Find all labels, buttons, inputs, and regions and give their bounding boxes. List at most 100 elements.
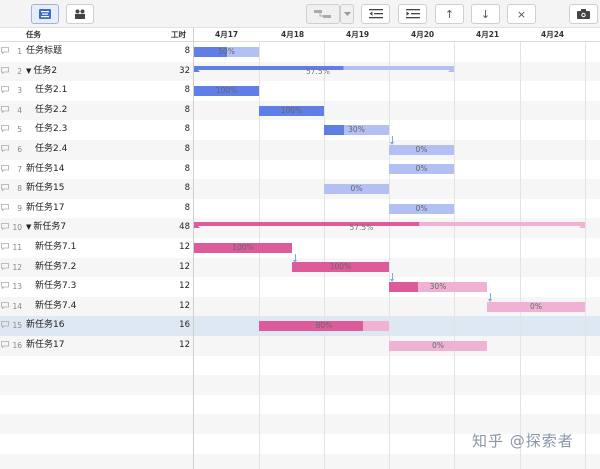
task-hours[interactable]: 48: [160, 218, 190, 238]
task-bar[interactable]: 100%: [292, 262, 389, 273]
date-header-3: 4月20: [411, 30, 435, 39]
comment-icon[interactable]: [1, 262, 10, 271]
row-number: 12: [12, 262, 22, 272]
task-hours[interactable]: 8: [160, 140, 190, 160]
task-bar[interactable]: 0%: [324, 184, 389, 194]
move-up-button[interactable]: ↑: [435, 4, 464, 24]
summary-start-tip: [194, 65, 200, 72]
table-row[interactable]: 3 任务2.1 8: [0, 81, 600, 101]
row-number: 10: [12, 223, 22, 233]
task-hours[interactable]: 8: [160, 81, 190, 101]
table-row[interactable]: 16 新任务17 12: [0, 336, 600, 356]
table-row[interactable]: 9 新任务17 8: [0, 199, 600, 219]
task-hours[interactable]: 12: [160, 258, 190, 278]
task-name[interactable]: 新任务17: [26, 199, 64, 219]
delete-button[interactable]: ×: [507, 4, 536, 24]
task-hours[interactable]: 12: [160, 336, 190, 356]
task-name-text: 新任务14: [26, 163, 65, 174]
task-hours[interactable]: 12: [160, 277, 190, 297]
list-view-button[interactable]: [31, 4, 59, 24]
hours-column-header[interactable]: 工时: [171, 28, 186, 42]
comment-icon[interactable]: [1, 223, 10, 231]
task-hours[interactable]: 32: [160, 62, 190, 82]
task-name[interactable]: 新任务7.1: [35, 238, 76, 258]
link-mode-dropdown[interactable]: [340, 4, 354, 24]
task-name-text: 任务2.4: [35, 144, 68, 154]
task-name[interactable]: ▼ 任务2: [26, 62, 57, 82]
task-hours[interactable]: 12: [160, 238, 190, 258]
task-name[interactable]: 新任务15: [26, 179, 64, 199]
comment-icon[interactable]: [1, 243, 10, 251]
comment-icon[interactable]: [1, 301, 10, 310]
comment-icon[interactable]: [1, 341, 10, 349]
indent-button[interactable]: [398, 4, 427, 24]
comment-icon[interactable]: [1, 47, 10, 55]
task-hours[interactable]: 12: [160, 297, 190, 317]
summary-bar[interactable]: [194, 222, 585, 229]
task-hours[interactable]: 8: [160, 199, 190, 219]
table-row[interactable]: 13 新任务7.3 12: [0, 277, 600, 297]
move-down-button[interactable]: ↓: [471, 4, 500, 24]
task-name[interactable]: 新任务16: [26, 316, 64, 336]
people-view-button[interactable]: [66, 4, 94, 24]
caret-down-icon[interactable]: ▼: [26, 223, 31, 231]
task-bar[interactable]: 100%: [194, 86, 259, 96]
task-column-header[interactable]: 任务: [26, 28, 41, 42]
task-name-text: 任务标题: [26, 46, 63, 56]
task-bar[interactable]: 0%: [389, 164, 454, 175]
task-name[interactable]: 任务2.1: [35, 81, 67, 101]
link-mode-button[interactable]: [306, 4, 340, 24]
task-hours[interactable]: 8: [160, 42, 190, 62]
summary-end-tip: [579, 222, 585, 229]
outdent-button[interactable]: [361, 4, 390, 24]
summary-progress-label: 57.5%: [349, 223, 374, 233]
task-name[interactable]: 新任务14: [26, 160, 64, 180]
task-hours[interactable]: 8: [160, 160, 190, 180]
task-name[interactable]: 新任务7.4: [35, 297, 76, 317]
comment-icon[interactable]: [1, 203, 10, 212]
comment-icon[interactable]: [1, 282, 10, 290]
task-bar[interactable]: 80%: [259, 321, 389, 332]
task-name[interactable]: 任务标题: [26, 42, 62, 62]
table-row[interactable]: 8 新任务15 8: [0, 179, 600, 199]
task-name[interactable]: 任务2.3: [35, 120, 67, 140]
task-bar[interactable]: 0%: [389, 203, 454, 214]
task-bar[interactable]: 0%: [389, 340, 487, 351]
table-row[interactable]: 6 任务2.4 8: [0, 140, 600, 160]
task-hours[interactable]: 8: [160, 120, 190, 140]
table-row[interactable]: 11 新任务7.1 12: [0, 238, 600, 258]
caret-down-icon[interactable]: ▼: [26, 67, 31, 75]
task-name[interactable]: ▼ 新任务7: [26, 218, 66, 238]
task-bar[interactable]: 0%: [487, 301, 585, 312]
task-name[interactable]: 任务2.4: [35, 140, 67, 160]
row-number: 6: [17, 145, 22, 154]
task-name[interactable]: 新任务7.2: [35, 258, 76, 278]
task-bar[interactable]: 30%: [324, 125, 389, 136]
comment-icon[interactable]: [1, 145, 10, 153]
screenshot-button[interactable]: [569, 4, 598, 24]
comment-icon[interactable]: [1, 184, 10, 192]
task-hours[interactable]: 8: [160, 179, 190, 199]
task-bar[interactable]: 100%: [259, 105, 324, 116]
table-row[interactable]: 1 任务标题 8: [0, 42, 600, 62]
comment-icon[interactable]: [1, 86, 10, 94]
table-row[interactable]: 2 ▼ 任务2 32: [0, 61, 600, 82]
comment-icon[interactable]: [1, 321, 10, 329]
task-hours[interactable]: 16: [160, 316, 190, 336]
task-bar[interactable]: 0%: [389, 144, 454, 155]
task-hours[interactable]: 8: [160, 101, 190, 121]
task-name[interactable]: 新任务17: [26, 336, 64, 356]
comment-icon[interactable]: [1, 125, 10, 133]
table-row[interactable]: 5 任务2.3 8: [0, 120, 600, 140]
task-bar[interactable]: 100%: [194, 242, 292, 253]
task-name[interactable]: 新任务7.3: [35, 277, 76, 297]
comment-icon[interactable]: [1, 66, 10, 75]
table-row[interactable]: 7 新任务14 8: [0, 160, 600, 180]
comment-icon[interactable]: [1, 164, 10, 173]
task-name[interactable]: 任务2.2: [35, 101, 67, 121]
comment-icon[interactable]: [1, 105, 10, 114]
table-row[interactable]: 10 ▼ 新任务7 48: [0, 218, 600, 238]
task-bar[interactable]: 50%: [194, 46, 259, 57]
grid-divider[interactable]: [193, 28, 194, 469]
task-bar[interactable]: 30%: [389, 282, 487, 292]
